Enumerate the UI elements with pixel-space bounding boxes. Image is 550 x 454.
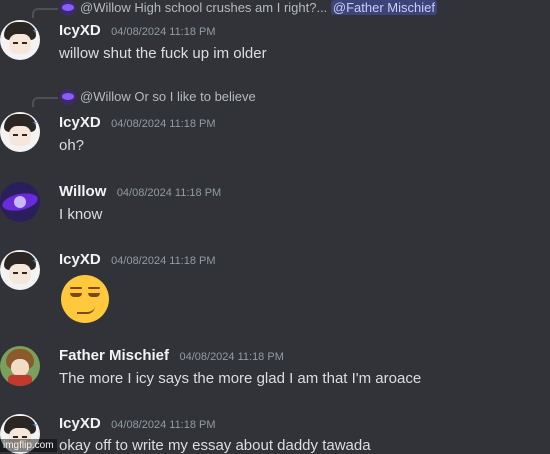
reply-preview[interactable]: @Willow High school crushes am I right?.… <box>80 0 437 15</box>
timestamp: 04/08/2024 11:18 PM <box>111 255 216 267</box>
timestamp: 04/08/2024 11:18 PM <box>111 118 216 130</box>
author-name[interactable]: IcyXD <box>59 415 101 432</box>
timestamp: 04/08/2024 11:18 PM <box>116 187 222 199</box>
message-header: Father Mischief 04/08/2024 11:18 PM <box>59 347 284 365</box>
avatar[interactable]: + <box>0 112 40 152</box>
avatar[interactable] <box>0 346 40 386</box>
reply-avatar <box>60 0 76 16</box>
author-name[interactable]: IcyXD <box>59 22 101 39</box>
message-text: oh? <box>59 137 85 154</box>
message-header: Willow 04/08/2024 11:18 PM <box>59 183 221 201</box>
message-header: IcyXD 04/08/2024 11:18 PM <box>59 251 216 269</box>
timestamp: 04/08/2024 11:18 PM <box>111 419 216 431</box>
author-name[interactable]: Willow <box>59 183 106 200</box>
reply-author[interactable]: @Willow <box>80 89 131 104</box>
message-text: willow shut the fuck up im older <box>59 45 267 62</box>
author-name[interactable]: IcyXD <box>59 114 101 131</box>
reply-text: Or so I like to believe <box>134 89 256 104</box>
reply-connector <box>32 97 58 107</box>
message-header: IcyXD 04/08/2024 11:18 PM <box>59 114 216 132</box>
reply-connector <box>32 8 58 18</box>
watermark: imgflip.com <box>0 439 57 452</box>
message-header: IcyXD 04/08/2024 11:18 PM <box>59 415 216 433</box>
author-name[interactable]: IcyXD <box>59 251 101 268</box>
reply-author[interactable]: @Willow <box>80 0 131 15</box>
timestamp: 04/08/2024 11:18 PM <box>111 26 216 38</box>
message-header: IcyXD 04/08/2024 11:18 PM <box>59 22 216 40</box>
timestamp: 04/08/2024 11:18 PM <box>179 351 284 363</box>
reply-preview[interactable]: @Willow Or so I like to believe <box>80 89 256 104</box>
message-text: I know <box>59 206 103 223</box>
avatar[interactable]: + <box>0 20 40 60</box>
author-name[interactable]: Father Mischief <box>59 347 169 364</box>
message-text: The more I icy says the more glad I am t… <box>59 370 422 387</box>
smirk-emoji[interactable] <box>61 275 109 323</box>
message-text: okay off to write my essay about daddy t… <box>59 437 371 454</box>
avatar[interactable] <box>0 182 40 222</box>
reply-mention[interactable]: @Father Mischief <box>330 0 437 15</box>
reply-avatar <box>60 89 76 105</box>
reply-text: High school crushes am I right?... <box>134 0 328 15</box>
avatar[interactable]: + <box>0 250 40 290</box>
